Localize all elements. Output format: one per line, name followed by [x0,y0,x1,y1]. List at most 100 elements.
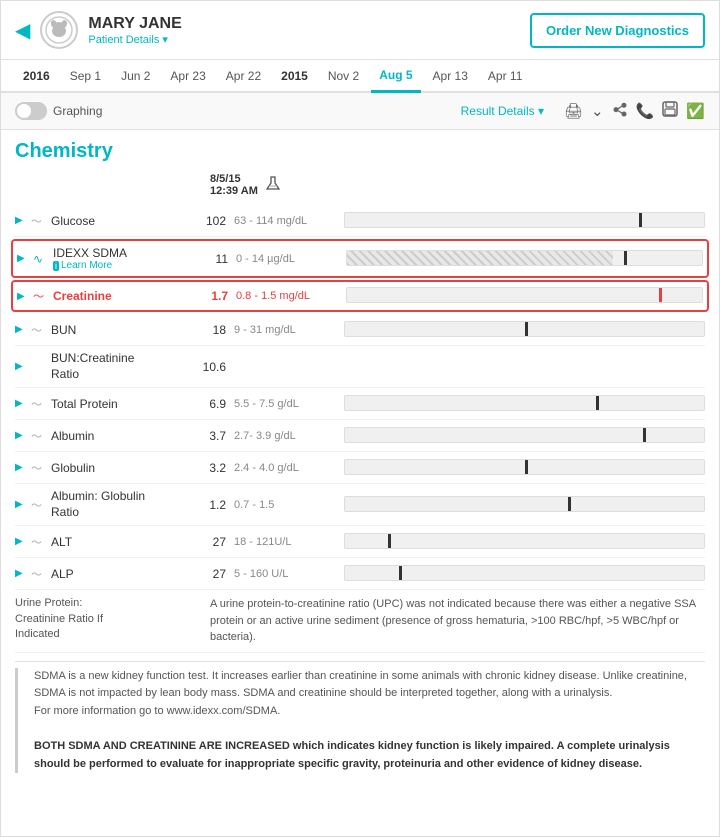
test-range-alp: 5 - 160 U/L [234,568,344,580]
expand-glucose[interactable]: ▶ [15,215,31,226]
back-button[interactable]: ◀ [15,18,30,43]
sdma-note-bar [15,668,18,774]
upc-note-row: Urine Protein:Creatinine Ratio IfIndicat… [15,590,705,653]
expand-globulin[interactable]: ▶ [15,462,31,473]
test-name-alt: ALT [51,535,181,549]
sdma-note-bold-text: BOTH SDMA AND CREATININE ARE INCREASED w… [34,738,705,773]
result-date: 8/5/15 [210,173,258,185]
check-circle-icon[interactable]: ✅ [686,102,705,120]
date-tab-nov2[interactable]: Nov 2 [320,61,367,91]
upc-note-text: A urine protein-to-creatinine ratio (UPC… [210,596,705,646]
date-tab-aug5[interactable]: Aug 5 [371,60,420,93]
sdma-note-text: SDMA is a new kidney function test. It i… [34,668,705,721]
test-value-sdma: 11 [183,252,228,266]
graphing-toggle[interactable]: Graphing [15,102,102,120]
learn-more-icon: i [53,261,59,271]
test-range-albumin: 2.7- 3.9 g/dL [234,430,344,442]
test-range-globulin: 2.4 - 4.0 g/dL [234,462,344,474]
test-name-bun-ratio: BUN:CreatinineRatio [51,351,181,382]
expand-albumin[interactable]: ▶ [15,430,31,441]
flask-icon [264,175,282,196]
date-tab-2015[interactable]: 2015 [273,61,316,91]
chevron-down-icon[interactable]: ⌄ [591,102,604,120]
learn-more-link[interactable]: i Learn More [53,260,183,271]
phone-icon[interactable]: 📞 [636,102,655,120]
test-row-creatinine: ▶ 〜 Creatinine 1.7 0.8 - 1.5 mg/dL [11,280,709,312]
expand-bun-ratio[interactable]: ▶ [15,361,31,372]
test-name-sdma: IDEXX SDMA [53,246,183,260]
test-name-alp: ALP [51,567,181,581]
test-value-bun-ratio: 10.6 [181,360,226,374]
test-value-glucose: 102 [181,214,226,228]
test-range-bun: 9 - 31 mg/dL [234,324,344,336]
test-bar-bun [344,321,705,339]
wave-icon-albumin: 〜 [31,428,51,444]
test-bar-globulin [344,459,705,477]
sdma-icon: ∿ [33,252,53,266]
result-time: 12:39 AM [210,185,258,197]
date-tab-apr13[interactable]: Apr 13 [425,61,476,91]
date-tab-sep1[interactable]: Sep 1 [62,61,109,91]
expand-creatinine[interactable]: ▶ [17,291,33,302]
wave-icon-glucose: 〜 [31,213,51,229]
test-bar-total-protein [344,395,705,413]
test-row-alp: ▶ 〜 ALP 27 5 - 160 U/L [15,558,705,590]
date-tab-apr23[interactable]: Apr 23 [162,61,213,91]
date-tabs-bar: 2016 Sep 1 Jun 2 Apr 23 Apr 22 2015 Nov … [1,60,719,93]
toolbar-icons: 🖨 ⌄ 📞 ✅ [564,101,705,121]
test-range-ag-ratio: 0.7 - 1.5 [234,499,344,511]
result-details-dropdown[interactable]: Result Details ▾ [461,104,544,118]
expand-sdma[interactable]: ▶ [17,253,33,264]
test-bar-albumin [344,427,705,445]
test-row-ag-ratio: ▶ 〜 Albumin: GlobulinRatio 1.2 0.7 - 1.5 [15,484,705,526]
test-row-alt: ▶ 〜 ALT 27 18 - 121U/L [15,526,705,558]
test-value-creatinine: 1.7 [183,289,228,303]
patient-avatar [40,11,78,49]
test-name-creatinine: Creatinine [53,289,183,303]
wave-icon-ag-ratio: 〜 [31,497,51,513]
patient-details-link[interactable]: Patient Details ▾ [88,33,530,46]
test-range-total-protein: 5.5 - 7.5 g/dL [234,398,344,410]
wave-icon-alp: 〜 [31,566,51,582]
expand-total-protein[interactable]: ▶ [15,398,31,409]
test-name-ag-ratio: Albumin: GlobulinRatio [51,489,181,520]
column-header: 8/5/15 12:39 AM [15,169,705,201]
test-row-total-protein: ▶ 〜 Total Protein 6.9 5.5 - 7.5 g/dL [15,388,705,420]
expand-alt[interactable]: ▶ [15,536,31,547]
test-name-glucose: Glucose [51,214,181,228]
date-tab-jun2[interactable]: Jun 2 [113,61,158,91]
test-row-glucose: ▶ 〜 Glucose 102 63 - 114 mg/dL [15,205,705,237]
test-name-albumin: Albumin [51,429,181,443]
test-bar-creatinine [346,287,703,305]
order-diagnostics-button[interactable]: Order New Diagnostics [530,13,705,48]
learn-more-label: Learn More [61,260,112,271]
save-icon[interactable] [662,101,678,121]
test-row-bun-ratio: ▶ BUN:CreatinineRatio 10.6 [15,346,705,388]
test-range-glucose: 63 - 114 mg/dL [234,215,344,227]
test-range-sdma: 0 - 14 µg/dL [236,253,346,265]
expand-bun[interactable]: ▶ [15,324,31,335]
print-icon[interactable]: 🖨 [564,102,583,120]
test-value-alp: 27 [181,567,226,581]
expand-ag-ratio[interactable]: ▶ [15,499,31,510]
test-bar-alp [344,565,705,583]
test-value-alt: 27 [181,535,226,549]
test-value-ag-ratio: 1.2 [181,498,226,512]
test-row-albumin: ▶ 〜 Albumin 3.7 2.7- 3.9 g/dL [15,420,705,452]
upc-note-label: Urine Protein:Creatinine Ratio IfIndicat… [15,596,210,646]
test-value-bun: 18 [181,323,226,337]
test-row-bun: ▶ 〜 BUN 18 9 - 31 mg/dL [15,314,705,346]
sdma-name-block: IDEXX SDMA i Learn More [53,246,183,271]
share-icon[interactable] [612,101,628,121]
date-tab-apr11[interactable]: Apr 11 [480,61,530,91]
test-bar-bun-ratio [344,358,705,376]
wave-icon-globulin: 〜 [31,460,51,476]
test-name-total-protein: Total Protein [51,397,181,411]
expand-alp[interactable]: ▶ [15,568,31,579]
date-tab-2016[interactable]: 2016 [15,61,58,91]
test-value-albumin: 3.7 [181,429,226,443]
date-tab-apr22[interactable]: Apr 22 [218,61,269,91]
test-name-bun: BUN [51,323,181,337]
patient-name: MARY JANE [88,15,530,33]
test-row-sdma: ▶ ∿ IDEXX SDMA i Learn More 11 0 - 14 µg… [11,239,709,278]
